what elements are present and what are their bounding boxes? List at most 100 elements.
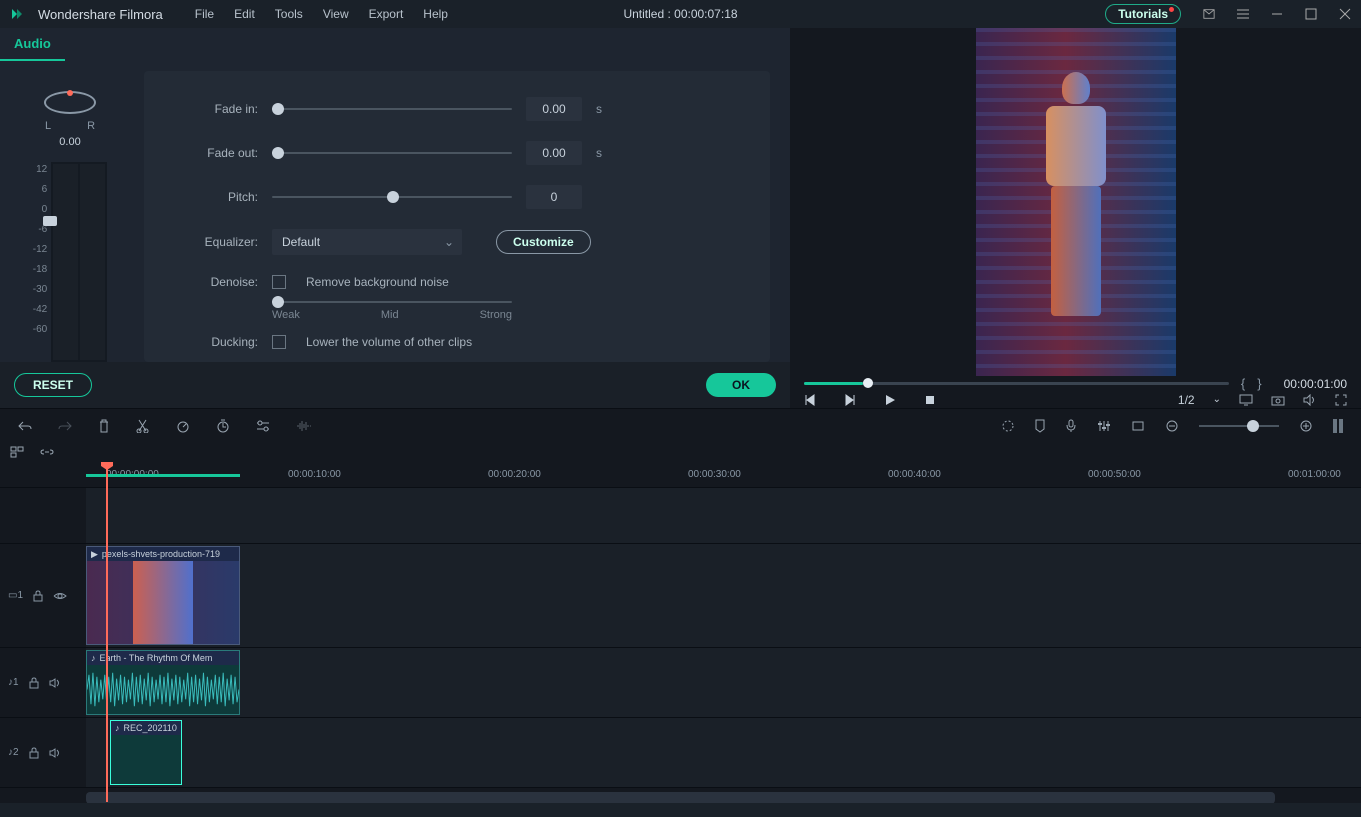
preview-panel: { } 00:00:01:00 1/2⌄ xyxy=(790,28,1361,408)
pitch-slider[interactable] xyxy=(272,196,512,198)
fullscreen-icon[interactable] xyxy=(1335,394,1347,406)
render-icon[interactable] xyxy=(1001,419,1015,433)
track-mute-icon[interactable] xyxy=(49,678,61,688)
level-meter xyxy=(51,162,107,362)
horizontal-scrollbar[interactable] xyxy=(86,792,1275,803)
video-clip-name: pexels-shvets-production-719 xyxy=(102,549,220,559)
adjust-icon[interactable] xyxy=(256,420,270,432)
denoise-checkbox[interactable] xyxy=(272,275,286,289)
zoom-in-icon[interactable] xyxy=(1299,419,1313,433)
close-icon[interactable] xyxy=(1339,8,1351,20)
snapshot-icon[interactable] xyxy=(1271,394,1285,406)
audio-wave-icon[interactable] xyxy=(296,420,312,432)
audio-controls: Fade in: 0.00 s Fade out: 0.00 s Pitch: … xyxy=(144,71,770,362)
menu-tools[interactable]: Tools xyxy=(275,7,303,21)
zoom-out-icon[interactable] xyxy=(1165,419,1179,433)
ok-button[interactable]: OK xyxy=(706,373,776,397)
denoise-slider-labels: WeakMidStrong xyxy=(272,309,512,321)
video-track-1: ▭1 ▶pexels-shvets-production-719 xyxy=(0,544,1361,648)
track-manage-icon[interactable] xyxy=(10,446,24,458)
zoom-slider[interactable] xyxy=(1199,425,1279,427)
menu-edit[interactable]: Edit xyxy=(234,7,255,21)
fade-out-value[interactable]: 0.00 xyxy=(526,141,582,165)
duration-icon[interactable] xyxy=(216,419,230,433)
equalizer-select[interactable]: Default xyxy=(272,229,462,255)
fade-in-value[interactable]: 0.00 xyxy=(526,97,582,121)
fade-out-label: Fade out: xyxy=(172,146,258,160)
track-visibility-icon[interactable] xyxy=(53,591,67,601)
ducking-check-label: Lower the volume of other clips xyxy=(306,335,472,349)
track-lock-icon[interactable] xyxy=(29,677,39,689)
audio-track-1: ♪1 ♪Earth - The Rhythm Of Mem xyxy=(0,648,1361,718)
audio-clip-icon: ♪ xyxy=(115,723,120,733)
track-lock-icon[interactable] xyxy=(29,747,39,759)
marker-icon[interactable] xyxy=(1035,419,1045,433)
pan-area: LR 0.00 1260-6-12-18-30-42-60 xyxy=(0,71,140,362)
titlebar: Wondershare Filmora File Edit Tools View… xyxy=(0,0,1361,28)
stop-button[interactable] xyxy=(924,394,936,406)
preview-scrubber[interactable] xyxy=(804,382,1229,385)
mixer-icon[interactable] xyxy=(1097,420,1111,432)
audio-track-icon: ♪1 xyxy=(8,677,19,688)
audio-track-2: ♪2 ♪REC_202110 xyxy=(0,718,1361,788)
fade-in-label: Fade in: xyxy=(172,102,258,116)
minimize-icon[interactable] xyxy=(1271,8,1283,20)
maximize-icon[interactable] xyxy=(1305,8,1317,20)
timeline: 00:00:00:00 00:00:10:00 00:00:20:00 00:0… xyxy=(0,462,1361,803)
mark-in-icon[interactable]: { xyxy=(1241,376,1245,391)
undo-icon[interactable] xyxy=(18,420,32,432)
play-button[interactable] xyxy=(884,394,896,406)
volume-icon[interactable] xyxy=(1303,394,1317,406)
split-icon[interactable] xyxy=(136,419,150,433)
preview-canvas[interactable] xyxy=(790,28,1361,376)
playhead[interactable] xyxy=(106,462,108,802)
next-frame-button[interactable] xyxy=(844,394,856,406)
tutorials-button[interactable]: Tutorials xyxy=(1105,4,1181,24)
app-name: Wondershare Filmora xyxy=(38,7,163,22)
menu-export[interactable]: Export xyxy=(369,7,404,21)
volume-fader[interactable] xyxy=(43,216,57,226)
ducking-checkbox[interactable] xyxy=(272,335,286,349)
menu-help[interactable]: Help xyxy=(423,7,448,21)
track-mute-icon[interactable] xyxy=(49,748,61,758)
timeline-ruler[interactable]: 00:00:00:00 00:00:10:00 00:00:20:00 00:0… xyxy=(0,462,1361,488)
delete-icon[interactable] xyxy=(98,419,110,433)
fit-icon[interactable] xyxy=(1333,418,1343,434)
pitch-value[interactable]: 0 xyxy=(526,185,582,209)
speed-icon[interactable] xyxy=(176,419,190,433)
audio-clip-2[interactable]: ♪ REC_202110 xyxy=(110,720,182,785)
render-range xyxy=(86,474,240,477)
reset-button[interactable]: RESET xyxy=(14,373,92,397)
fade-in-slider[interactable] xyxy=(272,108,512,110)
equalizer-label: Equalizer: xyxy=(172,235,258,249)
audio-clip-name: REC_202110 xyxy=(124,723,177,733)
track-lock-icon[interactable] xyxy=(33,590,43,602)
document-title: Untitled : 00:00:07:18 xyxy=(623,7,737,21)
audio-tab[interactable]: Audio xyxy=(0,28,65,61)
mark-out-icon[interactable]: } xyxy=(1257,376,1261,391)
pan-r-label: R xyxy=(87,120,95,132)
audio-clip-icon: ♪ xyxy=(91,653,96,663)
video-frame xyxy=(976,28,1176,376)
denoise-slider[interactable] xyxy=(272,301,512,303)
fade-out-slider[interactable] xyxy=(272,152,512,154)
audio-clip-1[interactable]: ♪Earth - The Rhythm Of Mem xyxy=(86,650,240,715)
menu-file[interactable]: File xyxy=(195,7,214,21)
voiceover-icon[interactable] xyxy=(1065,419,1077,433)
list-icon[interactable] xyxy=(1237,8,1249,20)
prev-frame-button[interactable] xyxy=(804,394,816,406)
mail-icon[interactable] xyxy=(1203,8,1215,20)
customize-button[interactable]: Customize xyxy=(496,230,591,254)
meter-scale: 1260-6-12-18-30-42-60 xyxy=(33,162,47,335)
video-clip[interactable]: ▶pexels-shvets-production-719 xyxy=(86,546,240,645)
menu-view[interactable]: View xyxy=(323,7,349,21)
crop-icon[interactable] xyxy=(1131,420,1145,432)
zoom-ratio-select[interactable]: 1/2⌄ xyxy=(1178,393,1221,407)
video-track-icon: ▭1 xyxy=(8,590,23,601)
main-menu: File Edit Tools View Export Help xyxy=(195,7,448,21)
pan-dial[interactable] xyxy=(44,91,96,114)
ducking-label: Ducking: xyxy=(172,335,258,349)
display-icon[interactable] xyxy=(1239,394,1253,406)
link-icon[interactable] xyxy=(40,446,54,458)
redo-icon[interactable] xyxy=(58,420,72,432)
